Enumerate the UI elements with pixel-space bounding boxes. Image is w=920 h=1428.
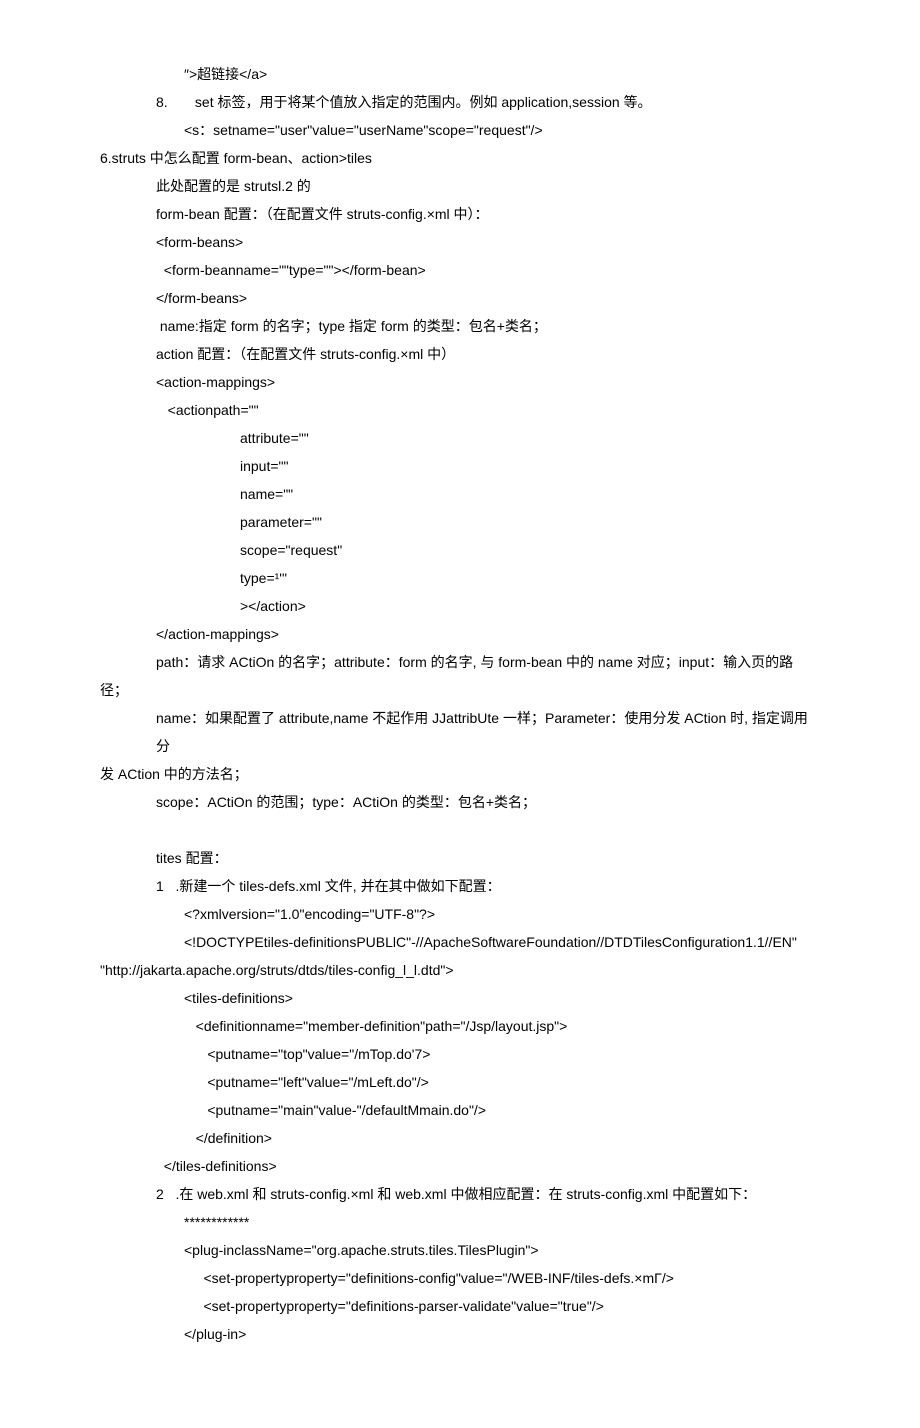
text-line: name：如果配置了 attribute,name 不起作用 JJattribU… bbox=[100, 704, 820, 760]
text-line: tites 配置： bbox=[100, 844, 820, 872]
text-line: 1 .新建一个 tiles-defs.xml 文件, 并在其中做如下配置： bbox=[100, 872, 820, 900]
text-line: name="" bbox=[100, 480, 820, 508]
text-line: </tiles-definitions> bbox=[100, 1152, 820, 1180]
text-line: 此处配置的是 strutsl.2 的 bbox=[100, 172, 820, 200]
text-line: 8. set 标签，用于将某个值放入指定的范围内。例如 application,… bbox=[100, 88, 820, 116]
text-line: parameter="" bbox=[100, 508, 820, 536]
text-line: <action-mappings> bbox=[100, 368, 820, 396]
document-body: ″>超链接</a>8. set 标签，用于将某个值放入指定的范围内。例如 app… bbox=[100, 60, 820, 1348]
text-line: 2 .在 web.xml 和 struts-config.×ml 和 web.x… bbox=[100, 1180, 820, 1208]
text-line: ************ bbox=[100, 1208, 820, 1236]
text-line: <definitionname="member-definition"path=… bbox=[100, 1012, 820, 1040]
text-line: <form-beanname=""type=""></form-bean> bbox=[100, 256, 820, 284]
text-line: <set-propertyproperty="definitions-parse… bbox=[100, 1292, 820, 1320]
text-line: scope：ACtiOn 的范围；type：ACtiOn 的类型：包名+类名； bbox=[100, 788, 820, 816]
text-line: <actionpath="" bbox=[100, 396, 820, 424]
text-line: 径； bbox=[100, 676, 820, 704]
text-line: <putname="main"value-"/defaultMmain.do"/… bbox=[100, 1096, 820, 1124]
text-line: action 配置：（在配置文件 struts-config.×ml 中） bbox=[100, 340, 820, 368]
text-line: <tiles-definitions> bbox=[100, 984, 820, 1012]
text-line: </form-beans> bbox=[100, 284, 820, 312]
text-line: form-bean 配置：（在配置文件 struts-config.×ml 中）… bbox=[100, 200, 820, 228]
text-line: "http://jakarta.apache.org/struts/dtds/t… bbox=[100, 956, 820, 984]
text-line: 6.struts 中怎么配置 form-bean、action>tiles bbox=[100, 144, 820, 172]
text-line: </definition> bbox=[100, 1124, 820, 1152]
text-line: ″>超链接</a> bbox=[100, 60, 820, 88]
text-line: <putname="left"value="/mLeft.do"/> bbox=[100, 1068, 820, 1096]
text-line: </plug-in> bbox=[100, 1320, 820, 1348]
text-line: input="" bbox=[100, 452, 820, 480]
text-line: <?xmlversion="1.0"encoding="UTF-8"?> bbox=[100, 900, 820, 928]
text-line: ></action> bbox=[100, 592, 820, 620]
text-line: name:指定 form 的名字；type 指定 form 的类型：包名+类名； bbox=[100, 312, 820, 340]
text-line: <!DOCTYPEtiles-definitionsPUBLlC"-//Apac… bbox=[100, 928, 820, 956]
text-line: <putname="top"value="/mTop.do'7> bbox=[100, 1040, 820, 1068]
text-line: type=¹'" bbox=[100, 564, 820, 592]
text-line: scope="request" bbox=[100, 536, 820, 564]
text-line: attribute="" bbox=[100, 424, 820, 452]
text-line: <s：setname="user"value="userName"scope="… bbox=[100, 116, 820, 144]
text-line: path：请求 ACtiOn 的名字；attribute：form 的名字, 与… bbox=[100, 648, 820, 676]
text-line bbox=[100, 816, 820, 844]
text-line: <form-beans> bbox=[100, 228, 820, 256]
text-line: <plug-inclassName="org.apache.struts.til… bbox=[100, 1236, 820, 1264]
text-line: 发 ACtion 中的方法名； bbox=[100, 760, 820, 788]
text-line: </action-mappings> bbox=[100, 620, 820, 648]
text-line: <set-propertyproperty="definitions-confi… bbox=[100, 1264, 820, 1292]
